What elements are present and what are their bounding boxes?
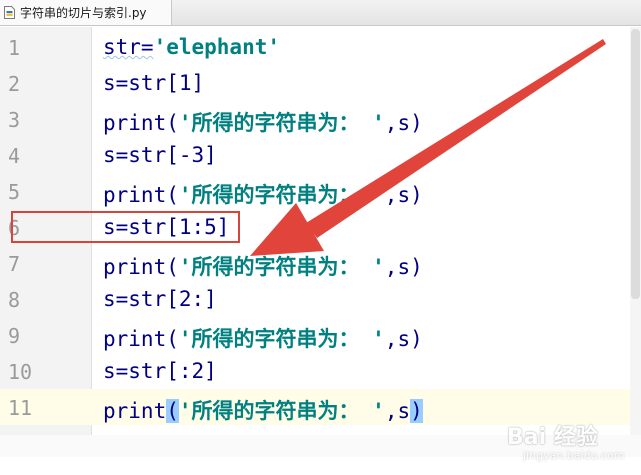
editor-tab-bar: 字符串的切片与索引.py bbox=[0, 0, 641, 26]
baidu-watermark: Bai 经验 jingyan.baidu.com bbox=[497, 415, 637, 475]
annotation-arrow-icon bbox=[250, 39, 606, 256]
file-tab-label: 字符串的切片与索引.py bbox=[20, 6, 147, 20]
code-editor[interactable]: 1 str='elephant' 2 s=str[1] 3 print('所得的… bbox=[0, 27, 641, 462]
watermark-logo-text: Bai 经验 bbox=[507, 425, 598, 450]
watermark-url: jingyan.baidu.com bbox=[523, 449, 625, 462]
file-tab[interactable]: 字符串的切片与索引.py bbox=[0, 0, 172, 25]
python-file-icon bbox=[4, 6, 15, 19]
